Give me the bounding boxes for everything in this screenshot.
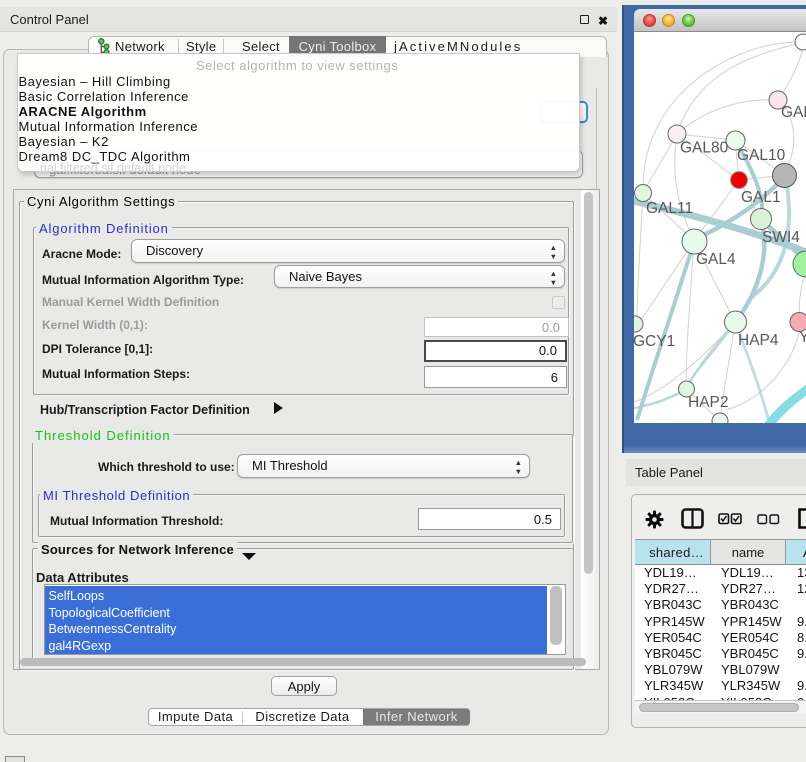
svg-text:GAL80: GAL80: [680, 140, 729, 157]
svg-text:GAL4: GAL4: [696, 251, 736, 268]
svg-text:SWI4: SWI4: [762, 229, 800, 246]
svg-text:GAL10: GAL10: [737, 147, 786, 164]
svg-text:GAL1: GAL1: [741, 189, 781, 206]
svg-text:GAL11: GAL11: [646, 200, 693, 217]
svg-text:Y: Y: [799, 329, 806, 346]
svg-text:GCY1: GCY1: [634, 333, 675, 350]
svg-text:GAL7: GAL7: [781, 104, 806, 121]
svg-text:HAP2: HAP2: [688, 394, 729, 411]
svg-text:HAP4: HAP4: [738, 332, 779, 349]
